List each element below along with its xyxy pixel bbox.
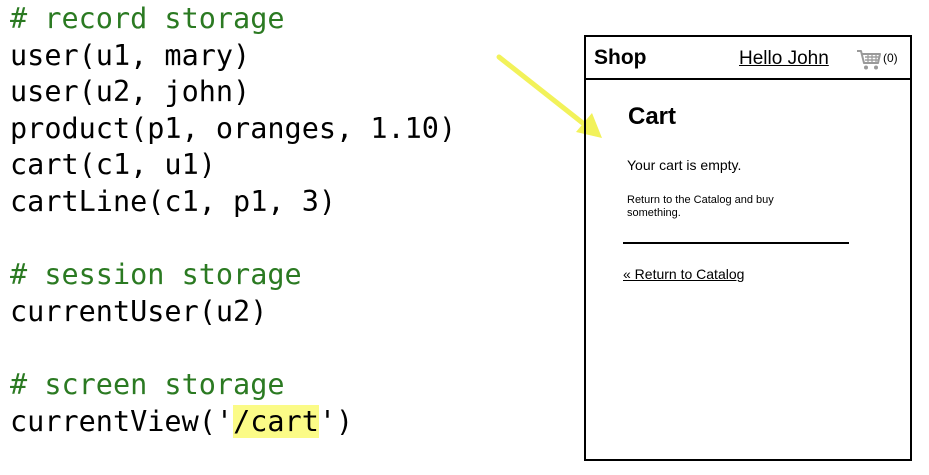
code-line-cartline: cartLine(c1, p1, 3) [10,184,337,218]
return-to-catalog-link[interactable]: « Return to Catalog [623,266,744,282]
current-view-suffix: ') [318,404,354,438]
user-greeting-link[interactable]: Hello John [739,48,829,70]
navbar: Shop Hello John (0) [586,37,910,80]
session-storage-comment: # session storage [10,258,302,292]
shop-logo[interactable]: Shop [594,46,647,70]
divider [623,242,849,244]
arrow-shaft [496,54,592,131]
current-view-prefix: currentView(' [10,404,234,438]
code-line-user-u2: user(u2, john) [10,75,251,109]
code-line-current-user: currentUser(u2) [10,294,268,328]
page-title: Cart [628,103,677,130]
code-line-current-view: currentView('/cart') [10,404,456,441]
screen-storage-comment: # screen storage [10,367,285,401]
cart-link[interactable]: (0) [856,49,898,70]
screen-mockup: Shop Hello John (0) Cart Your cart is em… [584,35,912,461]
code-line-user-u1: user(u1, mary) [10,38,251,72]
catalog-hint: Return to the Catalog and buy something. [627,194,774,219]
code-line-product: product(p1, oranges, 1.10) [10,111,457,145]
cart-count: (0) [883,51,898,65]
shopping-cart-icon [857,50,881,70]
code-line-cart: cart(c1, u1) [10,148,216,182]
empty-cart-message: Your cart is empty. [627,157,742,173]
code-listing: # record storage user(u1, mary) user(u2,… [10,1,456,440]
record-storage-comment: # record storage [10,2,285,35]
current-view-highlighted-path: /cart [233,404,319,438]
